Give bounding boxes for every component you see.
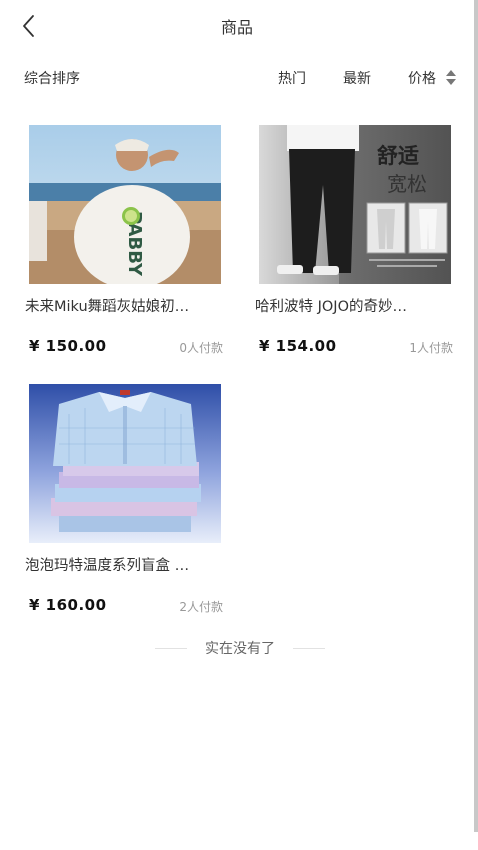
product-image[interactable] <box>29 384 221 543</box>
product-sold-count: 0人付款 <box>179 341 223 355</box>
product-price: ¥ 160.00 <box>29 596 107 614</box>
end-of-list-indicator: 实在没有了 <box>155 638 325 658</box>
sort-tab-hot[interactable]: 热门 <box>278 68 306 88</box>
comfort-graphic-text: 舒适 <box>377 144 419 168</box>
divider-right <box>293 648 325 649</box>
product-sold-count: 1人付款 <box>409 341 453 355</box>
product-list-page: 商品 综合排序 热门 最新 价格 PABBY 未来Miku舞蹈灰姑娘初… ¥ 1… <box>0 0 478 850</box>
product-image[interactable]: PABBY <box>29 125 221 284</box>
sort-tab-price[interactable]: 价格 <box>408 68 436 88</box>
sort-bar: 综合排序 热门 最新 价格 <box>0 60 474 96</box>
scrollbar[interactable] <box>474 0 478 832</box>
sort-tab-newest[interactable]: 最新 <box>343 68 371 88</box>
product-image[interactable]: 舒适 宽松 <box>259 125 451 284</box>
sort-default-button[interactable]: 综合排序 <box>24 68 80 88</box>
loose-graphic-text: 宽松 <box>387 172 427 196</box>
product-price: ¥ 150.00 <box>29 337 107 355</box>
top-nav-bar: 商品 <box>0 0 474 52</box>
product-price: ¥ 154.00 <box>259 337 337 355</box>
product-title[interactable]: 未来Miku舞蹈灰姑娘初… <box>25 295 235 316</box>
sort-arrows-icon[interactable] <box>445 68 457 88</box>
product-title[interactable]: 泡泡玛特温度系列盲盒 … <box>25 554 235 575</box>
product-title[interactable]: 哈利波特 JOJO的奇妙… <box>255 295 465 316</box>
page-title: 商品 <box>220 18 253 37</box>
product-sold-count: 2人付款 <box>179 600 223 614</box>
